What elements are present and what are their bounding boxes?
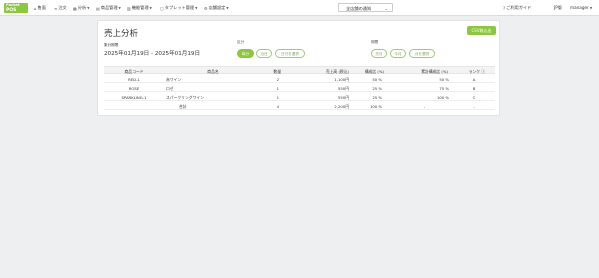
quantity: 1 — [276, 86, 279, 91]
filter-option-button[interactable]: 日付を選択 — [275, 49, 305, 58]
tablet-icon: ▢ — [160, 5, 164, 11]
guide-link[interactable]: ? ご利用ガイド — [503, 5, 531, 11]
total-sales: 2,200円 — [334, 104, 349, 109]
rank: C — [472, 95, 476, 100]
csv-button[interactable]: CSV取込出 — [467, 26, 496, 35]
table-total-row: 合計 4 2,200円 100 % - - — [104, 102, 495, 110]
chevron-down-icon: ▼ — [87, 6, 90, 10]
page-title: 売上分析 — [104, 29, 139, 39]
gear-icon: ⚙ — [204, 5, 208, 11]
quantity: 2 — [276, 77, 279, 82]
sales-amount: 1,100円 — [334, 77, 349, 82]
product-name: ロゼ — [166, 86, 174, 91]
nav-item-analysis[interactable]: ▦ 分析 ▼ — [73, 5, 89, 11]
composition-ratio: 25 % — [372, 95, 382, 100]
nav-label: 注文 — [58, 5, 67, 10]
box-icon: ▤ — [96, 5, 100, 11]
filter-option-button[interactable]: 今月 — [390, 49, 406, 58]
guide-label: ご利用ガイド — [506, 5, 532, 10]
cumulative-ratio: 100 % — [436, 95, 449, 100]
product-code: RED-1 — [128, 77, 140, 82]
chevron-down-icon: ▼ — [589, 5, 593, 10]
quantity: 1 — [276, 95, 279, 100]
language-label: JP版 — [554, 5, 562, 10]
filter-option-button[interactable]: 先月 — [371, 49, 387, 58]
cumulative-ratio: 50 % — [439, 77, 449, 82]
nav-item-store-settings[interactable]: ⚙ 店舗設定 ▼ — [204, 5, 229, 11]
store-select[interactable]: 全店舗の通知 ⌄ — [338, 3, 393, 12]
sales-amount: 550円 — [337, 95, 349, 100]
nav-item-features[interactable]: ▥ 機能管理 ▼ — [127, 5, 152, 11]
user-menu[interactable]: manager ▼ — [570, 5, 592, 10]
total-cumulative: - — [423, 104, 426, 109]
list-icon: ≡ — [54, 5, 58, 11]
nav-label: 售面 — [37, 5, 46, 10]
total-ratio: 100 % — [369, 104, 382, 109]
chevron-down-icon: ▼ — [226, 6, 229, 10]
nav-label: 分析 — [77, 5, 87, 10]
product-code: ROSE — [128, 86, 140, 91]
product-name: スパークリングワイン — [166, 95, 204, 100]
nav-label: 機能管理 — [131, 5, 149, 10]
app-logo[interactable]: Pocket POS — [4, 3, 28, 13]
filter-option-button[interactable]: 当日 — [256, 49, 272, 58]
filter-option-button[interactable]: 時分 — [237, 49, 254, 58]
total-quantity: 4 — [276, 104, 279, 109]
chevron-down-icon: ▼ — [195, 6, 198, 10]
nav-label: 商品管理 — [100, 5, 118, 10]
rank: B — [472, 86, 476, 91]
total-rank: - — [473, 104, 475, 109]
period-label: 集計期間 — [104, 43, 119, 47]
nav-label: タブレット管理 — [164, 5, 195, 10]
nav-item-orders[interactable]: ≡ 注文 — [54, 5, 67, 11]
nav-item-home[interactable]: ⌂ 售面 — [34, 5, 46, 11]
chevron-down-icon: ▼ — [149, 6, 152, 10]
cumulative-ratio: 75 % — [439, 86, 449, 91]
logo-line1: Pocket — [6, 3, 20, 7]
period-value: 2025年01月19日 - 2025年01月19日 — [104, 51, 201, 57]
store-select-value: 全店舗の通知 — [346, 6, 372, 11]
product-code: SPARKLING-1 — [121, 95, 147, 100]
product-name: 赤ワイン — [166, 77, 182, 82]
table-row: ROSE ロゼ 1 550円 25 % 75 % B — [104, 84, 495, 92]
user-name: manager — [570, 5, 589, 10]
table-row: SPARKLING-1 スパークリングワイン 1 550円 25 % 100 %… — [104, 93, 495, 101]
chevron-down-icon: ⌄ — [384, 5, 388, 11]
chevron-down-icon: ▼ — [118, 6, 121, 10]
composition-ratio: 25 % — [372, 86, 382, 91]
language-link[interactable]: JP版 — [554, 5, 562, 11]
composition-ratio: 50 % — [372, 77, 382, 82]
feature-icon: ▥ — [127, 5, 131, 11]
logo-line2: POS — [6, 7, 17, 13]
filter-option-button[interactable]: 月を選択 — [409, 49, 435, 58]
rank: A — [472, 77, 476, 82]
chart-icon: ▦ — [73, 5, 77, 11]
nav-item-products[interactable]: ▤ 商品管理 ▼ — [96, 5, 121, 11]
sales-amount: 550円 — [337, 86, 349, 91]
top-navbar: Pocket POS ⌂ 售面 ≡ 注文 ▦ 分析 ▼ ▤ 商品管理 ▼ ▥ 機… — [0, 0, 599, 16]
nav-item-tablets[interactable]: ▢ タブレット管理 ▼ — [160, 5, 197, 11]
total-label: 合計 — [179, 104, 187, 109]
table-header-row: 商品コード 商品名 数量 売上高 (税込) 構成比 (%) 累計構成比 (%) … — [104, 66, 495, 74]
filter-group2-label: 期間 — [371, 40, 379, 44]
table-row: RED-1 赤ワイン 2 1,100円 50 % 50 % A — [104, 75, 495, 83]
nav-label: 店舗設定 — [208, 5, 226, 10]
filter-group1-label: 区分 — [237, 40, 245, 44]
home-icon: ⌂ — [34, 5, 37, 11]
sales-analysis-card: 売上分析 CSV取込出 集計期間 2025年01月19日 - 2025年01月1… — [97, 20, 500, 116]
help-icon: ? — [503, 5, 506, 11]
